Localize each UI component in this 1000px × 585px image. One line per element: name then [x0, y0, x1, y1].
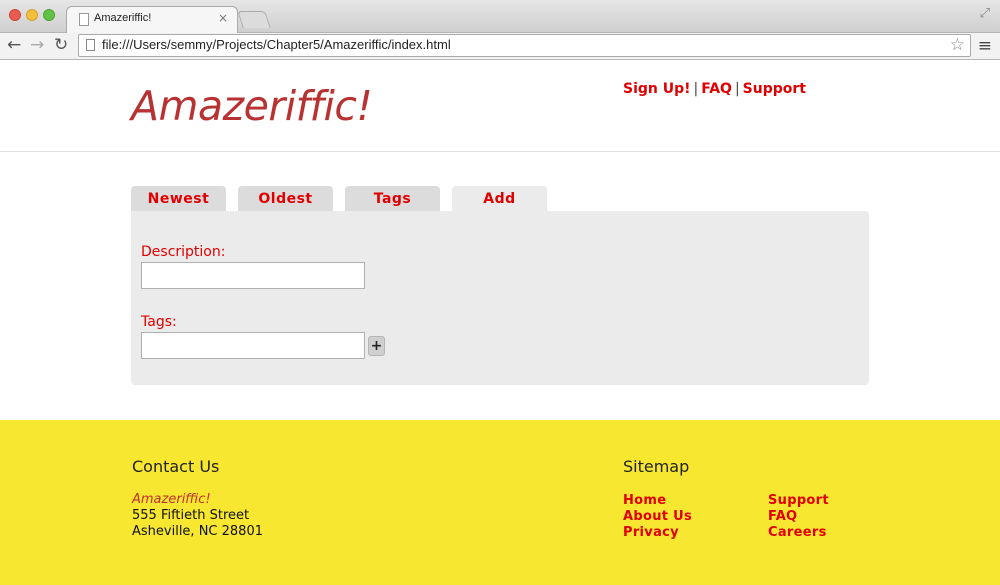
address-city: Asheville, NC 28801	[132, 524, 263, 539]
site-header: Amazeriffic! Sign Up! | FAQ | Support	[0, 60, 1000, 152]
browser-tab-title: Amazeriffic!	[94, 12, 152, 24]
tab-close-icon[interactable]: ×	[218, 11, 228, 25]
add-form-panel: Description: Tags: +	[131, 211, 869, 385]
browser-tab[interactable]: Amazeriffic! ×	[66, 6, 238, 34]
description-input[interactable]	[141, 262, 365, 289]
nav-separator: |	[734, 81, 740, 97]
fullscreen-icon[interactable]: ⤢	[980, 6, 990, 21]
new-tab-button[interactable]	[237, 11, 271, 28]
address-bar[interactable]: ☆	[78, 34, 971, 57]
nav-separator: |	[693, 81, 699, 97]
zoom-window-button[interactable]	[43, 9, 55, 21]
site-footer: Contact Us Amazeriffic! 555 Fiftieth Str…	[0, 420, 1000, 585]
tab-newest[interactable]: Newest	[131, 186, 226, 212]
sitemap-heading: Sitemap	[623, 457, 690, 476]
faq-link[interactable]: FAQ	[701, 81, 732, 97]
hamburger-menu-icon[interactable]: ≡	[978, 36, 992, 56]
main-content: Newest Oldest Tags Add Description: Tags…	[0, 152, 1000, 420]
sitemap-link-support[interactable]: Support	[768, 493, 829, 508]
support-link[interactable]: Support	[743, 81, 806, 97]
description-label: Description:	[141, 244, 226, 260]
sitemap-link-careers[interactable]: Careers	[768, 525, 827, 540]
back-arrow-icon[interactable]: ←	[7, 35, 21, 55]
close-window-button[interactable]	[9, 9, 21, 21]
top-nav: Sign Up! | FAQ | Support	[623, 81, 806, 97]
site-logo: Amazeriffic!	[131, 82, 373, 130]
tab-add[interactable]: Add	[452, 186, 547, 212]
address-block: Amazeriffic! 555 Fiftieth Street Ashevil…	[132, 492, 263, 540]
reload-icon[interactable]: ↻	[54, 35, 68, 55]
tags-label: Tags:	[141, 314, 177, 330]
sitemap-link-privacy[interactable]: Privacy	[623, 525, 679, 540]
address-street: 555 Fiftieth Street	[132, 508, 250, 523]
minimize-window-button[interactable]	[26, 9, 38, 21]
bookmark-star-icon[interactable]: ☆	[950, 35, 965, 55]
tab-oldest[interactable]: Oldest	[238, 186, 333, 212]
tags-input[interactable]	[141, 332, 365, 359]
url-input[interactable]	[102, 37, 942, 52]
forward-arrow-icon[interactable]: →	[30, 35, 44, 55]
sitemap-link-faq[interactable]: FAQ	[768, 509, 797, 524]
tab-tags[interactable]: Tags	[345, 186, 440, 212]
browser-tabstrip: Amazeriffic! × ⤢	[0, 0, 1000, 34]
add-button[interactable]: +	[368, 336, 385, 356]
page-icon	[79, 13, 89, 26]
signup-link[interactable]: Sign Up!	[623, 81, 691, 97]
sitemap-link-home[interactable]: Home	[623, 493, 666, 508]
browser-toolbar: ← → ↻ ☆ ≡	[0, 33, 1000, 60]
address-company: Amazeriffic!	[132, 492, 211, 507]
page-icon	[86, 39, 95, 51]
contact-heading: Contact Us	[132, 457, 220, 476]
sitemap-link-about-us[interactable]: About Us	[623, 509, 692, 524]
